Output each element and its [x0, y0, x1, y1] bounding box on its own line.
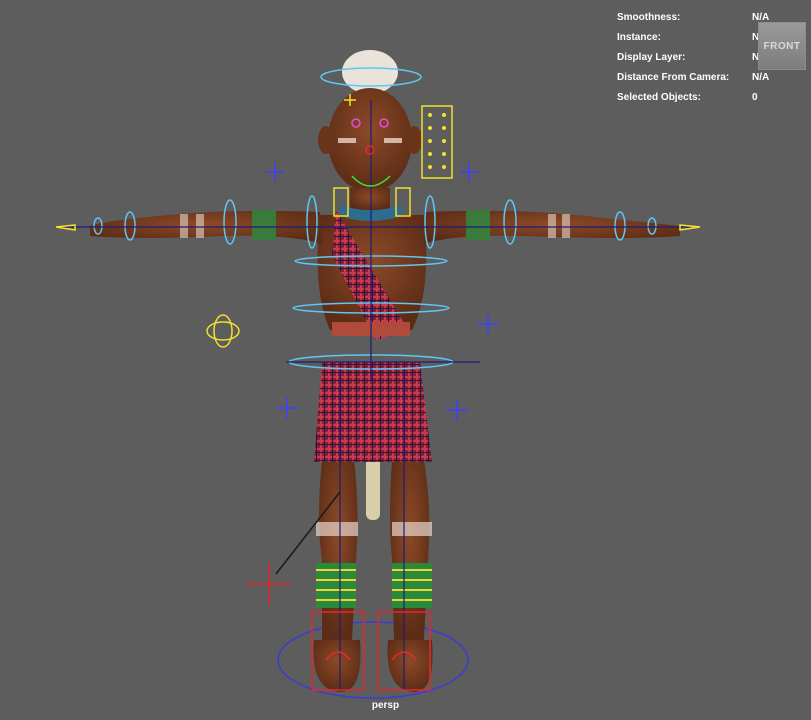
hud-label: Display Layer: — [617, 51, 686, 63]
hud-label: Selected Objects: — [617, 91, 701, 103]
facial-control-panel[interactable] — [421, 105, 453, 179]
viewport-panel[interactable]: Smoothness: N/A Instance: N/A Display La… — [0, 0, 811, 720]
character-rig-scene[interactable] — [0, 0, 811, 720]
heads-up-display: Smoothness: N/A Instance: N/A Display La… — [617, 7, 769, 107]
hud-label: Instance: — [617, 31, 661, 43]
hud-value: 0 — [752, 91, 758, 103]
ground-control-circle[interactable] — [277, 621, 469, 699]
view-cube-front[interactable]: FRONT — [758, 22, 806, 70]
hud-row-distance-from-camera: Distance From Camera: N/A — [617, 67, 769, 87]
camera-name-label: persp — [371, 700, 400, 711]
hud-label: Distance From Camera: — [617, 71, 730, 83]
global-transform-control[interactable] — [206, 314, 240, 348]
hud-row-instance: Instance: N/A — [617, 27, 769, 47]
hud-value: N/A — [752, 71, 770, 83]
hud-value: N/A — [752, 11, 770, 23]
character-torso — [317, 210, 427, 340]
hud-label: Smoothness: — [617, 11, 681, 23]
hud-row-display-layer: Display Layer: N/A — [617, 47, 769, 67]
character-kilt — [314, 362, 432, 462]
hud-row-smoothness: Smoothness: N/A — [617, 7, 769, 27]
hud-row-selected-objects: Selected Objects: 0 — [617, 87, 769, 107]
view-cube-label: FRONT — [763, 40, 801, 52]
